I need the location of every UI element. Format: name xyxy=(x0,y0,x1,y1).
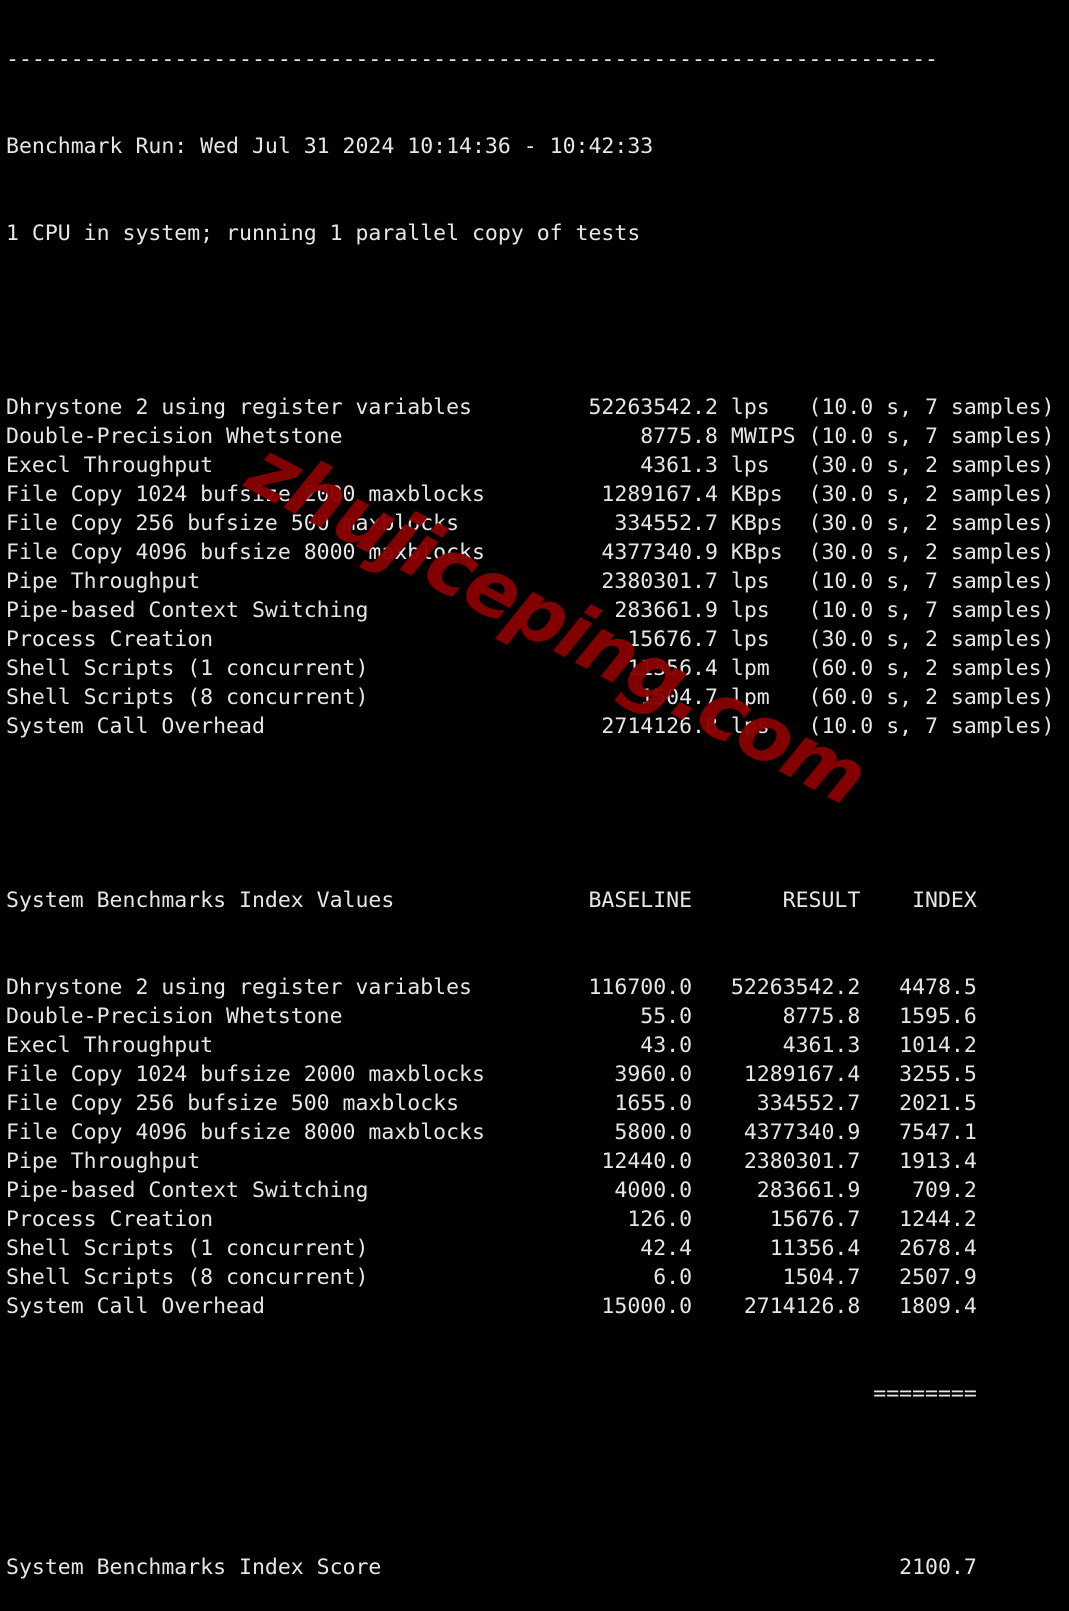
result-row: File Copy 1024 bufsize 2000 maxblocks 12… xyxy=(6,482,1055,507)
result-row: Execl Throughput 4361.3 lps (30.0 s, 2 s… xyxy=(6,453,1055,478)
index-score-line: System Benchmarks Index Score 2100.7 xyxy=(6,1555,977,1580)
index-row: Dhrystone 2 using register variables 116… xyxy=(6,975,977,1000)
result-row: File Copy 4096 bufsize 8000 maxblocks 43… xyxy=(6,540,1055,565)
cpu-info-line: 1 CPU in system; running 1 parallel copy… xyxy=(6,221,641,246)
index-table-header: System Benchmarks Index Values BASELINE … xyxy=(6,888,977,913)
results-list: Dhrystone 2 using register variables 522… xyxy=(6,393,1054,741)
index-row: Pipe Throughput 12440.0 2380301.7 1913.4 xyxy=(6,1149,977,1174)
index-row: File Copy 256 bufsize 500 maxblocks 1655… xyxy=(6,1091,977,1116)
result-row: Process Creation 15676.7 lps (30.0 s, 2 … xyxy=(6,627,1055,652)
index-row: Execl Throughput 43.0 4361.3 1014.2 xyxy=(6,1033,977,1058)
index-row: Double-Precision Whetstone 55.0 8775.8 1… xyxy=(6,1004,977,1029)
benchmark-run-line: Benchmark Run: Wed Jul 31 2024 10:14:36 … xyxy=(6,134,654,159)
result-row: Pipe-based Context Switching 283661.9 lp… xyxy=(6,598,1055,623)
result-row: Double-Precision Whetstone 8775.8 MWIPS … xyxy=(6,424,1055,449)
index-row: Shell Scripts (1 concurrent) 42.4 11356.… xyxy=(6,1236,977,1261)
index-total-separator: ======== xyxy=(6,1381,977,1406)
index-row: Shell Scripts (8 concurrent) 6.0 1504.7 … xyxy=(6,1265,977,1290)
result-row: System Call Overhead 2714126.8 lps (10.0… xyxy=(6,714,1055,739)
index-row: File Copy 1024 bufsize 2000 maxblocks 39… xyxy=(6,1062,977,1087)
result-row: Shell Scripts (8 concurrent) 1504.7 lpm … xyxy=(6,685,1055,710)
index-table-rows: Dhrystone 2 using register variables 116… xyxy=(6,973,1054,1321)
terminal-output: ----------------------------------------… xyxy=(6,0,1054,1611)
result-row: File Copy 256 bufsize 500 maxblocks 3345… xyxy=(6,511,1055,536)
result-row: Shell Scripts (1 concurrent) 11356.4 lpm… xyxy=(6,656,1055,681)
index-row: System Call Overhead 15000.0 2714126.8 1… xyxy=(6,1294,977,1319)
separator-line: ----------------------------------------… xyxy=(6,47,938,72)
index-row: Process Creation 126.0 15676.7 1244.2 xyxy=(6,1207,977,1232)
index-row: File Copy 4096 bufsize 8000 maxblocks 58… xyxy=(6,1120,977,1145)
result-row: Dhrystone 2 using register variables 522… xyxy=(6,395,1055,420)
index-row: Pipe-based Context Switching 4000.0 2836… xyxy=(6,1178,977,1203)
result-row: Pipe Throughput 2380301.7 lps (10.0 s, 7… xyxy=(6,569,1055,594)
